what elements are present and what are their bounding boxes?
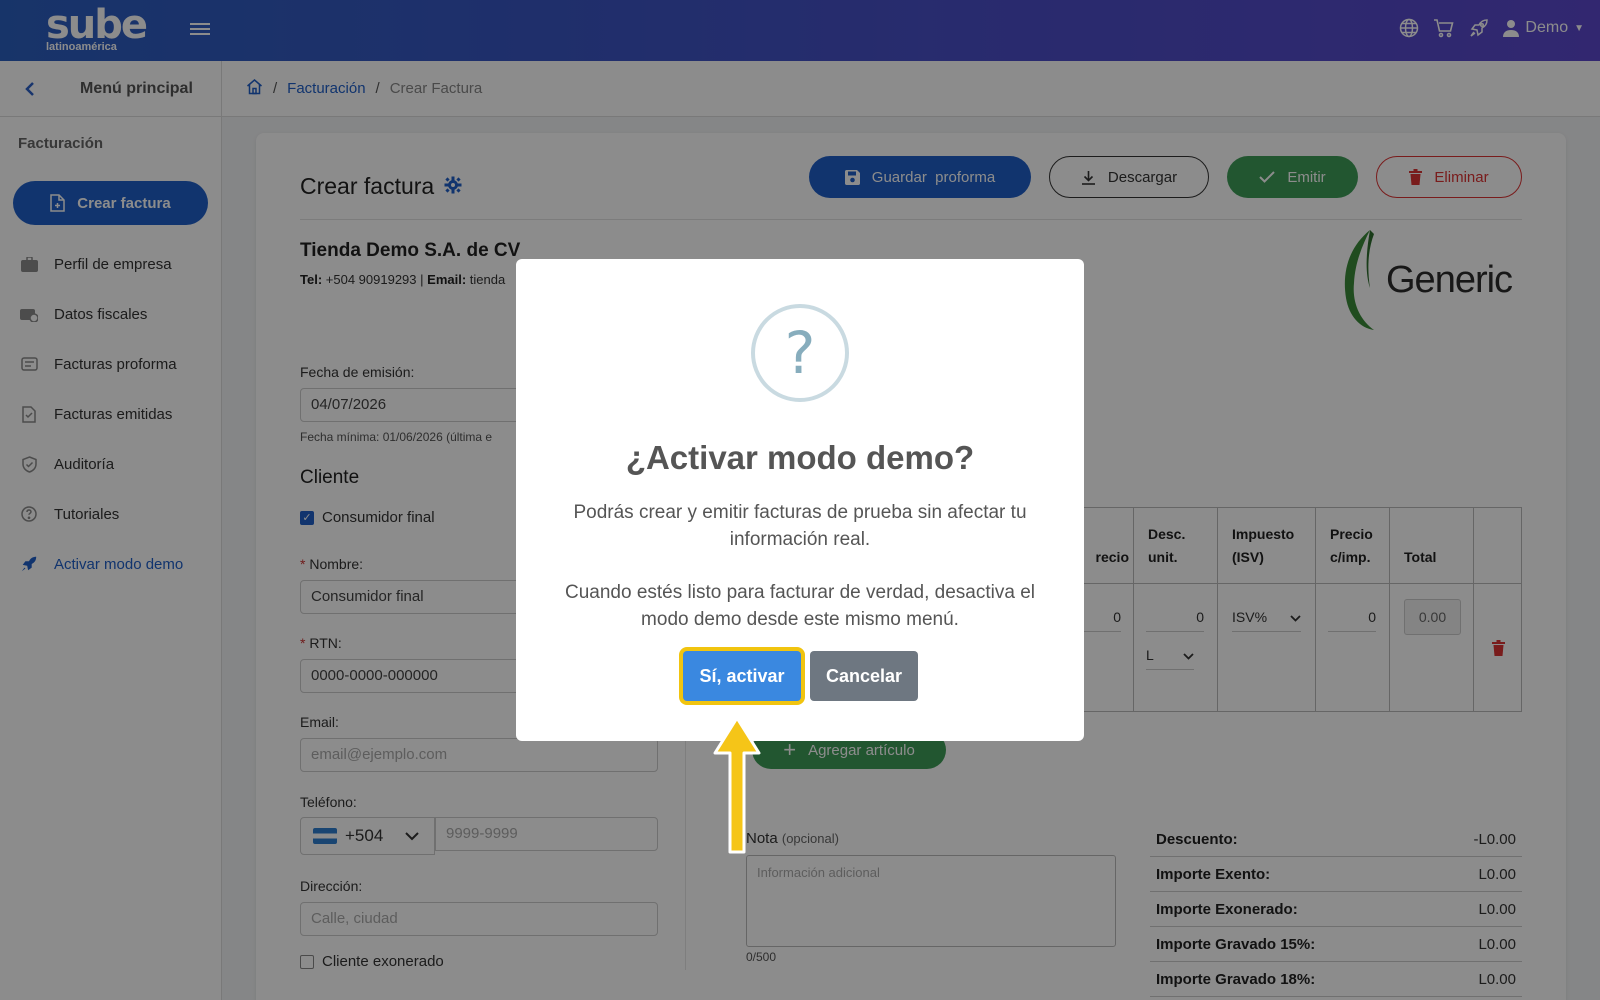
dialog-title: ¿Activar modo demo? — [625, 439, 975, 476]
confirm-demo-dialog: ? ¿Activar modo demo? Podrás crear y emi… — [516, 259, 1084, 741]
cancel-button[interactable]: Cancelar — [810, 651, 918, 701]
dialog-text-2: Cuando estés listo para facturar de verd… — [565, 582, 1035, 630]
question-icon: ? — [751, 304, 849, 402]
pointer-arrow-icon — [713, 716, 761, 854]
confirm-activate-button[interactable]: Sí, activar — [683, 651, 801, 701]
dialog-text-1: Podrás crear y emitir facturas de prueba… — [573, 502, 1027, 550]
